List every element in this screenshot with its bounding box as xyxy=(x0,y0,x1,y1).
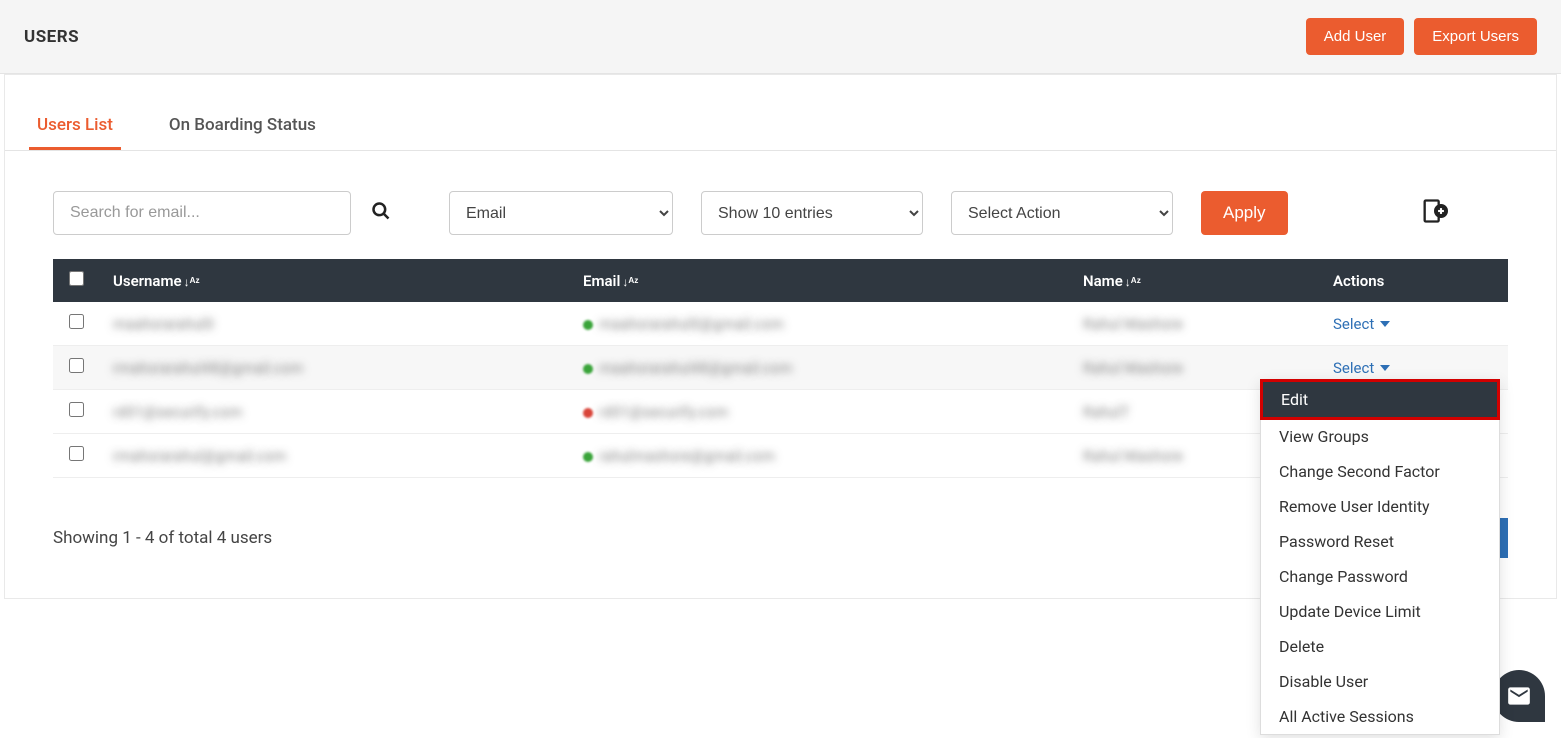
header-actions: Actions xyxy=(1319,259,1508,302)
status-dot-icon xyxy=(583,364,593,374)
cell-username: maahorarahul0 xyxy=(113,315,214,333)
header-checkbox-cell xyxy=(53,259,99,302)
cell-username: rmahorarahul@gmail.com xyxy=(113,447,286,465)
dropdown-item-change-second-factor[interactable]: Change Second Factor xyxy=(1261,454,1499,489)
sort-icon: ↓ᴬᶻ xyxy=(622,275,638,289)
select-label: Select xyxy=(1333,315,1374,333)
chevron-down-icon xyxy=(1380,321,1390,327)
dropdown-item-password-reset[interactable]: Password Reset xyxy=(1261,524,1499,559)
page-header: USERS Add User Export Users xyxy=(0,0,1561,74)
header-name-label: Name xyxy=(1083,272,1123,290)
row-actions-select[interactable]: Select xyxy=(1333,359,1390,377)
chevron-down-icon xyxy=(1380,365,1390,371)
header-actions: Add User Export Users xyxy=(1306,18,1537,55)
cell-username: rmahorarahul48@gmail.com xyxy=(113,359,303,377)
select-all-checkbox[interactable] xyxy=(69,271,84,286)
sort-icon: ↓ᴬᶻ xyxy=(184,275,200,289)
status-dot-icon xyxy=(583,452,593,462)
dropdown-item-all-active-sessions[interactable]: All Active Sessions xyxy=(1261,699,1499,734)
filter-by-select[interactable]: Email xyxy=(449,191,673,235)
dropdown-item-disable-user[interactable]: Disable User xyxy=(1261,664,1499,699)
cell-name: Rahul Mashore xyxy=(1083,447,1183,465)
header-username-label: Username xyxy=(113,272,182,290)
cell-name: RahulT xyxy=(1083,403,1130,421)
cell-email: maahorarahul0@gmail.com xyxy=(599,315,784,333)
dropdown-item-delete[interactable]: Delete xyxy=(1261,629,1499,664)
export-users-button[interactable]: Export Users xyxy=(1414,18,1537,55)
entries-select[interactable]: Show 10 entries xyxy=(701,191,923,235)
tab-users-list[interactable]: Users List xyxy=(29,105,121,150)
dropdown-item-view-groups[interactable]: View Groups xyxy=(1261,419,1499,454)
cell-email: rd01@securify.com xyxy=(599,403,728,421)
row-actions-dropdown: Edit View Groups Change Second Factor Re… xyxy=(1260,379,1500,735)
tabs: Users List On Boarding Status xyxy=(5,105,1556,151)
search-input[interactable] xyxy=(53,191,351,235)
add-user-button[interactable]: Add User xyxy=(1306,18,1405,55)
controls-row: Email Show 10 entries Select Action Appl… xyxy=(5,151,1556,259)
header-username[interactable]: Username↓ᴬᶻ xyxy=(99,259,569,302)
cell-name: Rahul Mashore xyxy=(1083,315,1183,333)
tab-onboarding-status[interactable]: On Boarding Status xyxy=(161,105,324,150)
header-name[interactable]: Name↓ᴬᶻ xyxy=(1069,259,1319,302)
apply-button[interactable]: Apply xyxy=(1201,191,1288,235)
status-dot-icon xyxy=(583,408,593,418)
row-checkbox[interactable] xyxy=(69,314,84,329)
status-dot-icon xyxy=(583,320,593,330)
cell-email: rahulmashore@gmail.com xyxy=(599,447,775,465)
table-wrap: Username↓ᴬᶻ Email↓ᴬᶻ Name↓ᴬᶻ Actions maa… xyxy=(5,259,1556,502)
row-checkbox[interactable] xyxy=(69,402,84,417)
header-email-label: Email xyxy=(583,272,620,290)
bulk-action-select[interactable]: Select Action xyxy=(951,191,1173,235)
chat-widget-button[interactable] xyxy=(1493,670,1545,722)
table-header-row: Username↓ᴬᶻ Email↓ᴬᶻ Name↓ᴬᶻ Actions xyxy=(53,259,1508,302)
table-row: maahorarahul0 maahorarahul0@gmail.com Ra… xyxy=(53,302,1508,346)
add-column-icon[interactable] xyxy=(1420,197,1508,229)
content-card: Users List On Boarding Status Email Show… xyxy=(4,74,1557,599)
row-actions-select[interactable]: Select xyxy=(1333,315,1390,333)
sort-icon: ↓ᴬᶻ xyxy=(1125,275,1141,289)
page-title: USERS xyxy=(24,27,79,47)
row-checkbox[interactable] xyxy=(69,358,84,373)
dropdown-item-change-password[interactable]: Change Password xyxy=(1261,559,1499,594)
row-checkbox[interactable] xyxy=(69,446,84,461)
cell-email: maahorarahul48@gmail.com xyxy=(599,359,792,377)
header-email[interactable]: Email↓ᴬᶻ xyxy=(569,259,1069,302)
showing-text: Showing 1 - 4 of total 4 users xyxy=(53,528,272,548)
cell-username: rd01@securify.com xyxy=(113,403,242,421)
dropdown-item-remove-identity[interactable]: Remove User Identity xyxy=(1261,489,1499,524)
select-label: Select xyxy=(1333,359,1374,377)
search-icon[interactable] xyxy=(371,201,391,226)
dropdown-item-update-device-limit[interactable]: Update Device Limit xyxy=(1261,594,1499,629)
cell-name: Rahul Mashore xyxy=(1083,359,1183,377)
dropdown-item-edit[interactable]: Edit xyxy=(1263,382,1497,417)
